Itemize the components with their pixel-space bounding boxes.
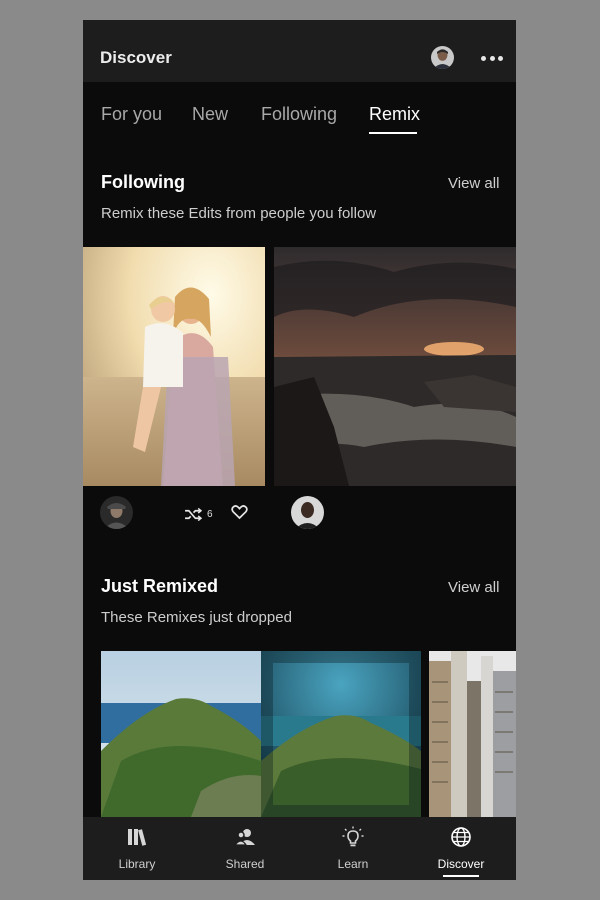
bottom-navigation: Library Shared Learn Discover [83, 817, 516, 880]
just-remixed-section-title: Just Remixed [101, 576, 219, 596]
globe-icon [451, 827, 471, 847]
library-icon [128, 829, 147, 846]
just-remixed-card-3-image[interactable] [429, 651, 516, 817]
active-tab-indicator [369, 132, 417, 134]
tab-remix[interactable]: Remix [369, 104, 420, 125]
nav-label-library: Library [118, 857, 156, 871]
nav-label-discover: Discover [437, 857, 485, 871]
nav-item-discover[interactable]: Discover [407, 817, 515, 880]
nav-label-learn: Learn [337, 857, 369, 871]
tab-new[interactable]: New [192, 104, 228, 125]
tab-following[interactable]: Following [261, 104, 337, 125]
following-card-2-image[interactable] [274, 247, 516, 486]
app-bar: Discover [83, 20, 516, 82]
like-heart-icon[interactable] [231, 504, 248, 520]
active-nav-indicator [443, 875, 479, 877]
page-title: Discover [100, 48, 172, 67]
lightbulb-icon [342, 826, 364, 847]
nav-item-library[interactable]: Library [83, 817, 191, 880]
remix-count[interactable]: 6 [184, 506, 213, 522]
nav-label-shared: Shared [225, 857, 265, 871]
just-remixed-section-subtitle: These Remixes just dropped [101, 609, 292, 626]
following-section-subtitle: Remix these Edits from people you follow [101, 205, 377, 222]
just-remixed-view-all-link[interactable]: View all [448, 579, 499, 596]
tab-for-you[interactable]: For you [101, 104, 162, 125]
following-card-2-author-avatar[interactable] [291, 496, 324, 529]
following-card-1-image[interactable] [83, 247, 265, 486]
nav-item-shared[interactable]: Shared [191, 817, 299, 880]
following-card-1-author-avatar[interactable] [100, 496, 133, 529]
more-horizontal-icon[interactable] [481, 48, 503, 68]
just-remixed-card-2-image[interactable] [261, 651, 421, 817]
following-view-all-link[interactable]: View all [448, 175, 499, 192]
user-avatar-icon[interactable] [431, 46, 454, 69]
remix-count-value: 6 [207, 508, 213, 520]
remix-icon [185, 507, 203, 521]
following-section-title: Following [101, 172, 185, 192]
app-screen: Discover For you New Following Remix Fol… [83, 20, 516, 880]
shared-icon [234, 829, 255, 846]
just-remixed-card-1-image[interactable] [101, 651, 261, 817]
nav-item-learn[interactable]: Learn [299, 817, 407, 880]
discover-tabs: For you New Following Remix [83, 82, 516, 140]
